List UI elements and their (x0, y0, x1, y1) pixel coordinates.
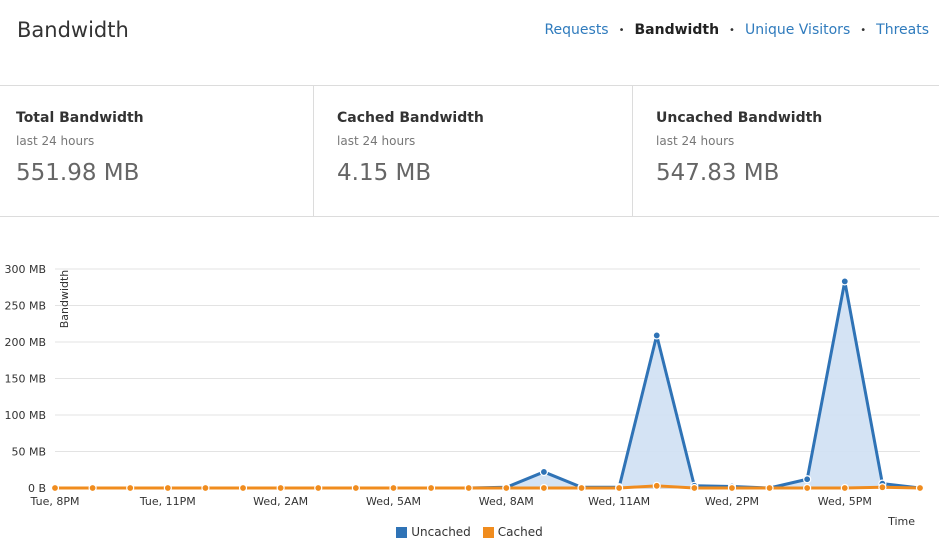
x-tick-label: Wed, 5AM (366, 495, 421, 508)
data-point-cached (727, 483, 737, 493)
data-point-uncached (652, 331, 661, 340)
data-point-cached (238, 483, 248, 493)
y-tick-label: 100 MB (4, 409, 46, 422)
chart-legend: Uncached Cached (0, 525, 939, 539)
stat-value: 551.98 MB (16, 160, 140, 186)
x-tick-label: Tue, 11PM (139, 495, 196, 508)
nav-separator: • (729, 24, 735, 36)
data-point-cached (803, 483, 812, 493)
data-point-cached (201, 483, 210, 493)
data-point-cached (163, 483, 172, 493)
data-point-cached (539, 483, 549, 493)
legend-swatch-cached (482, 526, 494, 538)
nav-bandwidth[interactable]: Bandwidth (635, 22, 720, 38)
data-point-cached (502, 483, 511, 493)
y-tick-label: 200 MB (4, 336, 46, 349)
bandwidth-chart[interactable]: 0 B 50 MB 100 MB 150 MB 200 MB 250 MB 300 MB Ba… (0, 255, 939, 542)
data-point-uncached (803, 475, 812, 484)
nav-unique-visitors[interactable]: Unique Visitors (745, 22, 850, 38)
stat-value: 4.15 MB (337, 160, 432, 186)
stat-title: Cached Bandwidth (337, 110, 484, 126)
nav-separator: • (860, 24, 867, 36)
legend-item-uncached[interactable]: Uncached (396, 525, 471, 539)
data-point-cached (464, 483, 473, 493)
x-tick-label: Wed, 2PM (705, 495, 759, 508)
legend-swatch-uncached (396, 526, 408, 538)
data-point-cached (765, 483, 774, 493)
data-point-cached (652, 481, 661, 490)
data-point-cached (126, 483, 135, 493)
data-point-cached (690, 483, 699, 493)
stat-total-bandwidth: Total Bandwidth last 24 hours 551.98 MB (0, 86, 313, 216)
nav-separator: • (618, 24, 625, 36)
legend-label: Uncached (411, 525, 471, 539)
data-point-cached (389, 483, 398, 493)
series-line-uncached (55, 279, 921, 490)
data-point-cached (351, 483, 360, 493)
x-tick-label: Wed, 2AM (253, 495, 308, 508)
data-point-cached (276, 483, 285, 493)
data-point-cached (426, 483, 436, 493)
nav-requests[interactable]: Requests (544, 22, 608, 38)
x-tick-label: Wed, 11AM (588, 495, 650, 508)
x-tick-label: Wed, 8AM (479, 495, 534, 508)
page-header: Bandwidth Requests • Bandwidth • Unique … (0, 0, 939, 86)
page-title: Bandwidth (17, 18, 129, 42)
stat-value: 547.83 MB (656, 160, 780, 186)
data-point-cached (615, 483, 624, 493)
data-point-uncached (840, 277, 849, 286)
stat-title: Total Bandwidth (16, 110, 144, 126)
stat-uncached-bandwidth: Uncached Bandwidth last 24 hours 547.83 … (632, 86, 939, 216)
nav-threats[interactable]: Threats (876, 22, 929, 38)
x-tick-label: Wed, 5PM (818, 495, 872, 508)
data-point-cached (314, 483, 323, 493)
data-point-cached (840, 483, 849, 493)
y-axis-label: Bandwidth (58, 270, 71, 329)
stat-title: Uncached Bandwidth (656, 110, 823, 126)
data-point-cached (577, 483, 586, 493)
data-point-cached (88, 483, 97, 493)
legend-label: Cached (497, 525, 543, 539)
stat-cached-bandwidth: Cached Bandwidth last 24 hours 4.15 MB (313, 86, 632, 216)
data-point-cached (915, 483, 925, 493)
stat-subtitle: last 24 hours (16, 134, 95, 148)
stat-subtitle: last 24 hours (656, 134, 735, 148)
y-tick-label: 50 MB (11, 446, 46, 459)
data-point-cached (50, 483, 60, 493)
analytics-nav: Requests • Bandwidth • Unique Visitors •… (544, 22, 929, 38)
stats-panel: Total Bandwidth last 24 hours 551.98 MB … (0, 86, 939, 217)
y-tick-label: 0 B (28, 482, 46, 495)
y-tick-label: 250 MB (4, 300, 46, 313)
x-tick-label: Tue, 8PM (30, 495, 80, 508)
data-point-uncached (539, 467, 549, 477)
stat-subtitle: last 24 hours (337, 134, 416, 148)
area-uncached (55, 281, 920, 488)
y-tick-label: 150 MB (4, 373, 46, 386)
y-tick-label: 300 MB (4, 263, 46, 276)
legend-item-cached[interactable]: Cached (482, 525, 543, 539)
data-point-cached (878, 483, 887, 492)
